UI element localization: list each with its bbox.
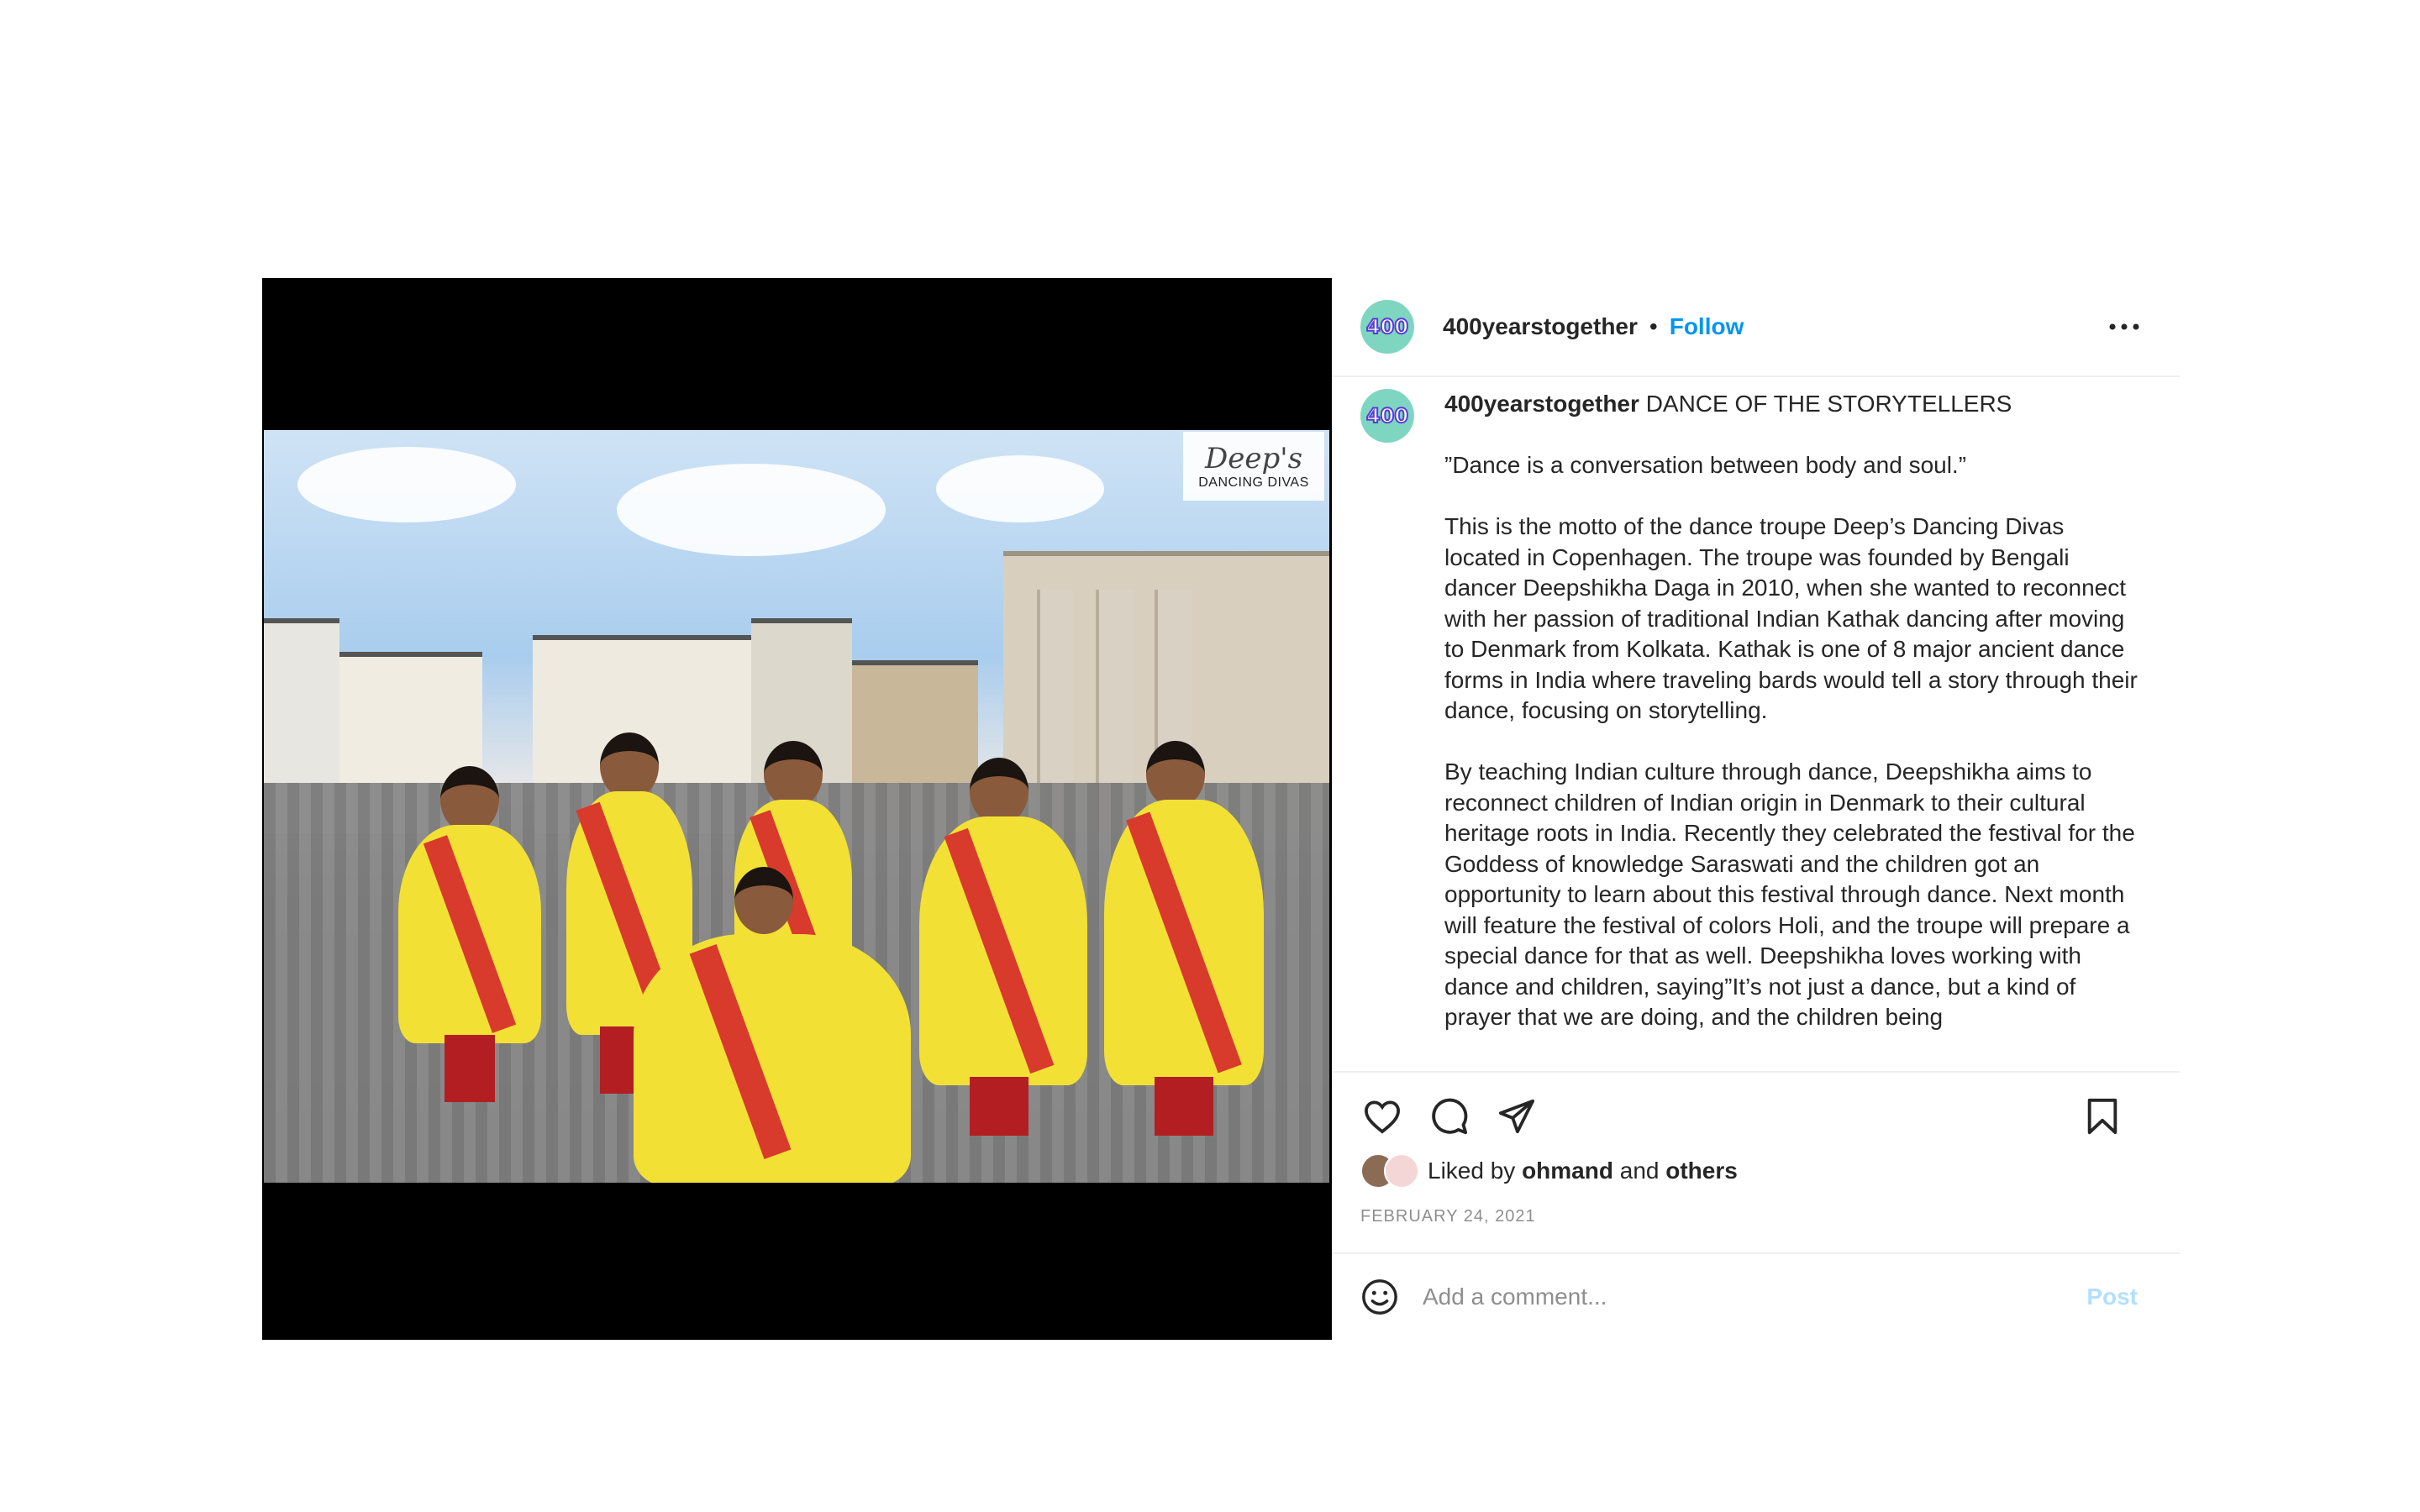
actions-section: Liked by ohmand and others FEBRUARY 24, …	[1332, 1071, 2180, 1264]
more-options-icon[interactable]	[2106, 308, 2143, 345]
caption-text: 400yearstogether DANCE OF THE STORYTELLE…	[1444, 389, 2142, 1071]
liker-username[interactable]: ohmand	[1522, 1158, 1613, 1184]
caption-avatar[interactable]: 400	[1360, 389, 1414, 443]
logo-caps: DANCING DIVAS	[1198, 475, 1309, 490]
like-heart-icon[interactable]	[1360, 1095, 1404, 1138]
liker-avatar[interactable]	[1384, 1153, 1419, 1189]
comment-bar: Post	[1332, 1252, 2180, 1340]
share-send-icon[interactable]	[1495, 1095, 1539, 1138]
caption-title: DANCE OF THE STORYTELLERS	[1645, 391, 2012, 417]
post-header: 400 400yearstogether • Follow	[1332, 278, 2180, 377]
post-photo: Deep's DANCING DIVAS	[264, 430, 1329, 1183]
caption-paragraph-2: By teaching Indian culture through dance…	[1444, 759, 2135, 1030]
caption-quote: ”Dance is a conversation between body an…	[1444, 452, 1967, 478]
logo-script: Deep's	[1204, 442, 1303, 475]
post-sidebar: 400 400yearstogether • Follow 400 400yea…	[1332, 278, 2180, 1340]
post-comment-button[interactable]: Post	[2086, 1284, 2138, 1310]
likes-and: and	[1619, 1158, 1660, 1184]
caption-paragraph-1: This is the motto of the dance troupe De…	[1444, 513, 2138, 723]
emoji-icon[interactable]	[1360, 1278, 1399, 1316]
follow-button[interactable]: Follow	[1670, 313, 1744, 340]
avatar-text: 400	[1365, 314, 1409, 339]
likes-summary: Liked by ohmand and others	[1360, 1153, 2151, 1189]
action-bar	[1360, 1073, 2151, 1160]
caption-area[interactable]: 400 400yearstogether DANCE OF THE STORYT…	[1332, 377, 2180, 1071]
avatar[interactable]: 400	[1360, 300, 1414, 354]
post-date: FEBRUARY 24, 2021	[1360, 1207, 1536, 1226]
comment-bubble-icon[interactable]	[1428, 1095, 1471, 1138]
comment-input[interactable]	[1421, 1283, 2087, 1311]
post-dialog: Deep's DANCING DIVAS 400 400yearstogethe…	[262, 278, 2180, 1340]
likes-prefix: Liked by	[1428, 1158, 1516, 1184]
likes-others-link[interactable]: others	[1665, 1158, 1738, 1184]
username-link[interactable]: 400yearstogether	[1443, 313, 1638, 340]
image-logo: Deep's DANCING DIVAS	[1183, 432, 1324, 501]
post-media[interactable]: Deep's DANCING DIVAS	[262, 278, 1332, 1340]
bookmark-icon[interactable]	[2081, 1095, 2124, 1138]
caption-username[interactable]: 400yearstogether	[1444, 391, 1639, 417]
caption-avatar-text: 400	[1365, 403, 1409, 428]
separator-dot: •	[1649, 313, 1658, 339]
